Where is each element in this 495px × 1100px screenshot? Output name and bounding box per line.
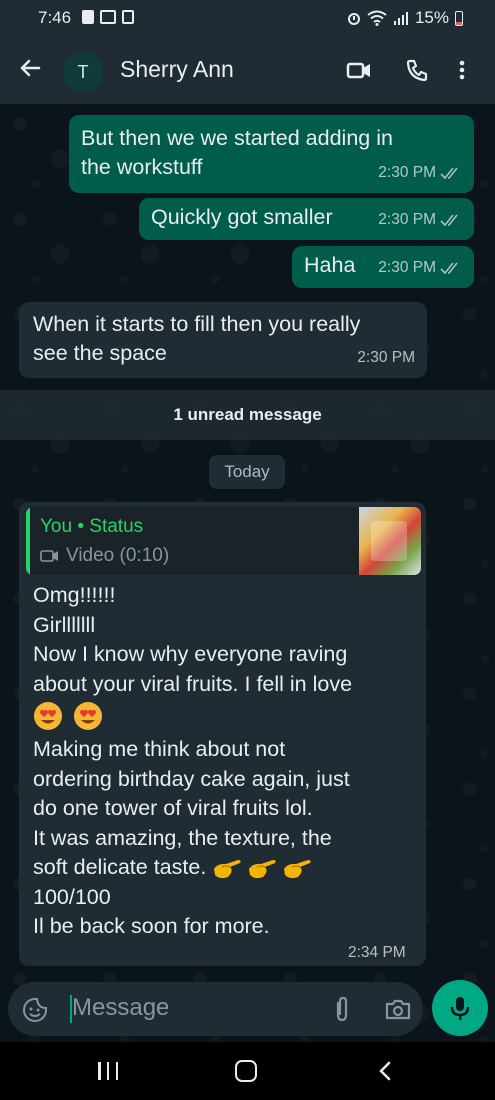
chat-header: T Sherry Ann: [0, 36, 495, 104]
notification-icons: [82, 10, 134, 24]
home-icon[interactable]: [235, 1060, 257, 1082]
wifi-icon: [367, 10, 387, 26]
signal-icon: [393, 12, 408, 25]
notification-icon: [82, 10, 94, 24]
hand-emoji-icon: [284, 860, 311, 879]
thumbnail-detail: [371, 521, 407, 561]
hand-emoji-icon: [214, 860, 241, 879]
notification-icon: [122, 10, 134, 24]
message-meta: 2:30 PM: [357, 343, 415, 372]
message-time: 2:34 PM: [348, 944, 406, 961]
message-meta: 2:30 PM: [378, 158, 462, 187]
outgoing-message[interactable]: Quickly got smaller 2:30 PM: [139, 198, 474, 240]
read-receipt-icon: [440, 214, 458, 226]
message-input[interactable]: Message: [72, 994, 169, 1022]
video-call-icon[interactable]: [346, 58, 372, 82]
message-time: 2:30 PM: [378, 164, 436, 181]
reply-line: Girlllllll: [33, 612, 96, 637]
emoji-row-hands: [212, 855, 317, 879]
read-receipt-icon: [440, 262, 458, 274]
phone-icon[interactable]: [404, 58, 430, 82]
message-time: 2:30 PM: [378, 211, 436, 228]
message-meta: 2:34 PM: [348, 944, 406, 962]
message-time: 2:30 PM: [378, 259, 436, 276]
emoji-row-hearts: [33, 699, 413, 735]
camera-icon[interactable]: [384, 997, 412, 1021]
voice-message-button[interactable]: [432, 980, 488, 1036]
date-divider: Today: [209, 455, 285, 489]
nav-back-icon[interactable]: [376, 1060, 394, 1082]
alarm-icon: [347, 13, 360, 25]
unread-banner: 1 unread message: [0, 390, 495, 440]
notification-icon: [100, 10, 116, 24]
heart-eyes-emoji-icon: [73, 702, 102, 731]
quote-title: You • Status: [40, 516, 144, 537]
contact-name[interactable]: Sherry Ann: [120, 56, 234, 83]
status-bar: 7:46 15%: [0, 0, 495, 36]
battery-percent: 15%: [414, 8, 449, 27]
outgoing-message[interactable]: Haha 2:30 PM: [292, 246, 474, 288]
quote-subtitle: Video (0:10): [66, 545, 170, 566]
incoming-message[interactable]: When it starts to fill then you really s…: [19, 302, 427, 378]
reply-paragraph: Making me think about not ordering birth…: [33, 735, 413, 883]
avatar[interactable]: T: [63, 52, 103, 92]
battery-icon: [455, 10, 463, 26]
outgoing-message[interactable]: But then we we started adding in the wor…: [69, 115, 474, 193]
video-icon: [40, 550, 58, 562]
status-reply-body: Omg!!!!!! Girlllllll Now I know why ever…: [33, 581, 413, 942]
more-vert-icon[interactable]: [456, 58, 468, 82]
message-meta: 2:30 PM: [378, 253, 462, 282]
status-time: 7:46: [38, 8, 72, 27]
mic-icon: [450, 997, 470, 1020]
recent-apps-icon[interactable]: [98, 1062, 118, 1080]
emoji-sticker-icon[interactable]: [22, 997, 48, 1023]
status-video-thumbnail[interactable]: [359, 507, 421, 575]
message-time: 2:30 PM: [357, 349, 415, 366]
back-arrow-icon[interactable]: [18, 56, 42, 80]
message-meta: 2:30 PM: [378, 205, 462, 234]
reply-line: Now I know why everyone raving about you…: [33, 642, 353, 696]
quote-subtitle-row: Video (0:10): [40, 545, 169, 567]
read-receipt-icon: [440, 167, 458, 179]
quoted-status[interactable]: You • Status Video (0:10): [26, 507, 421, 575]
message-composer: Message: [8, 982, 423, 1036]
heart-eyes-emoji-icon: [34, 702, 62, 731]
system-icons: 15%: [347, 8, 463, 28]
attach-icon[interactable]: [331, 995, 353, 1023]
reply-line: 100/100 Il be back soon for more.: [33, 884, 270, 939]
quote-accent-bar: [26, 507, 30, 575]
hand-emoji-icon: [249, 860, 276, 879]
system-nav-bar: [0, 1042, 495, 1100]
reply-line: Omg!!!!!!: [33, 583, 116, 607]
